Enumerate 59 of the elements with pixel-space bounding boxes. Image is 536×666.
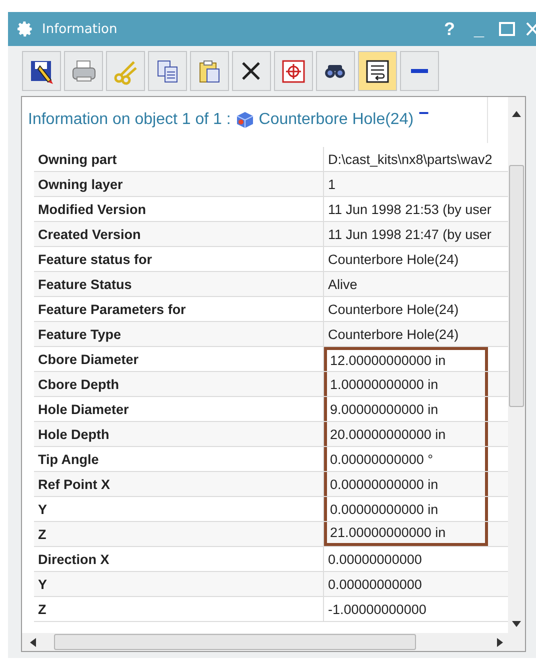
property-value: 1 — [324, 172, 508, 197]
property-label: Cbore Depth — [34, 372, 324, 397]
toolbar-button[interactable] — [358, 51, 397, 91]
toolbar-button[interactable] — [22, 51, 61, 91]
object-name: Counterbore Hole(24) — [258, 111, 414, 129]
property-label: Ref Point X — [34, 472, 324, 497]
toolbar-button[interactable] — [232, 51, 271, 91]
property-value: 0.00000000000 — [324, 572, 508, 597]
property-value: 0.00000000000 ° — [324, 447, 508, 472]
property-label: Feature Parameters for — [34, 297, 324, 322]
minimize-button[interactable]: _ — [468, 18, 490, 40]
property-value: 1.00000000000 in — [324, 372, 508, 397]
property-label: Cbore Diameter — [34, 347, 324, 372]
property-label: Feature status for — [34, 247, 324, 272]
property-label: Direction X — [34, 547, 324, 572]
property-label: Modified Version — [34, 197, 324, 222]
crosshair-icon — [280, 58, 307, 84]
property-label: Feature Status — [34, 272, 324, 297]
property-value: 0.00000000000 in — [324, 472, 508, 497]
scroll-up-icon[interactable] — [512, 111, 521, 117]
scroll-thumb[interactable] — [509, 165, 524, 407]
help-button[interactable]: ? — [438, 18, 460, 40]
property-value: 0.00000000000 in — [324, 497, 508, 522]
toolbar-button[interactable] — [400, 51, 439, 91]
property-label: Owning part — [34, 147, 324, 172]
property-value: Alive — [324, 272, 508, 297]
header-text: Information on object 1 of 1 : — [28, 111, 231, 129]
horizontal-scrollbar[interactable] — [22, 633, 525, 651]
collapse-button[interactable]: − — [418, 103, 430, 124]
property-value: Counterbore Hole(24) — [324, 322, 508, 347]
close-icon[interactable] — [526, 20, 536, 38]
property-label: Created Version — [34, 222, 324, 247]
scroll-right-icon[interactable] — [497, 638, 503, 646]
property-label: Z — [34, 522, 324, 547]
property-value: 11 Jun 1998 21:47 (by user — [324, 222, 508, 247]
property-value: 21.00000000000 in — [324, 522, 508, 547]
property-label: Hole Diameter — [34, 397, 324, 422]
property-label: Y — [34, 572, 324, 597]
minus-icon — [411, 69, 428, 73]
printer-icon — [70, 58, 97, 84]
scroll-thumb[interactable] — [54, 634, 416, 650]
property-label: Hole Depth — [34, 422, 324, 447]
cube-icon — [236, 111, 254, 129]
maximize-icon[interactable] — [498, 20, 516, 38]
settings-icon — [16, 20, 34, 38]
toolbar-button[interactable] — [316, 51, 355, 91]
property-value: 12.00000000000 in — [324, 347, 508, 372]
scroll-down-icon[interactable] — [512, 621, 521, 627]
property-value: 20.00000000000 in — [324, 422, 508, 447]
property-label: Tip Angle — [34, 447, 324, 472]
property-value: 9.00000000000 in — [324, 397, 508, 422]
text-wrap-icon — [364, 58, 391, 84]
property-label: Owning layer — [34, 172, 324, 197]
property-label: Feature Type — [34, 322, 324, 347]
property-label: Z — [34, 597, 324, 622]
vertical-scrollbar[interactable] — [508, 97, 525, 633]
property-label: Y — [34, 497, 324, 522]
window-title: Information — [42, 22, 118, 36]
scroll-left-icon[interactable] — [30, 638, 36, 646]
